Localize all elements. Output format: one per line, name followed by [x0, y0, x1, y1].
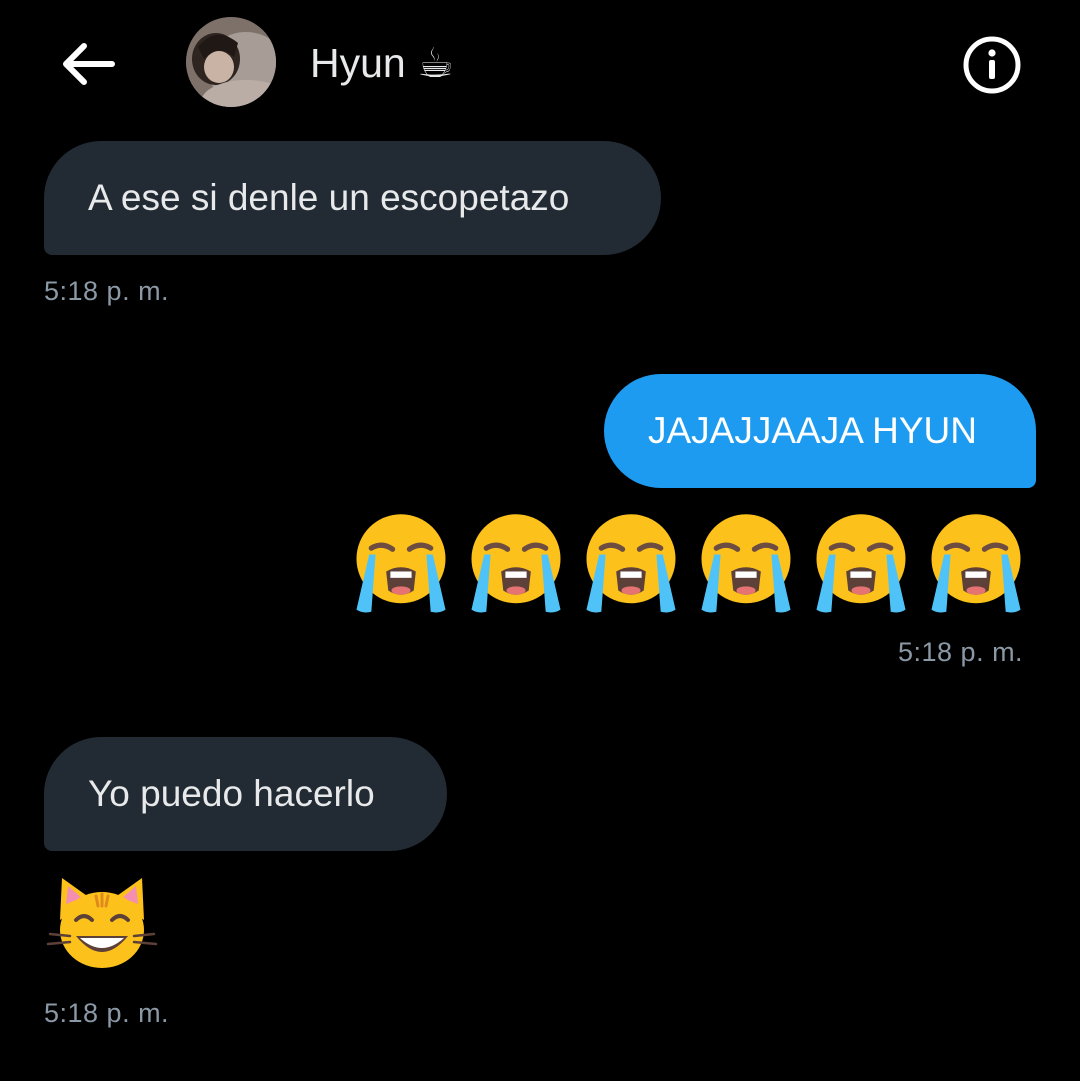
incoming-message-bubble[interactable]: A ese si denle un escopetazo — [44, 141, 661, 255]
conversation-info-button[interactable] — [962, 35, 1022, 95]
back-button[interactable] — [56, 38, 120, 90]
grinning-cat-icon[interactable] — [46, 874, 158, 972]
crying-emoji-message[interactable] — [348, 510, 1032, 616]
loudly-crying-face-icon — [701, 514, 791, 613]
message-timestamp: 5:18 p. m. — [898, 637, 1024, 667]
avatar-photo — [186, 17, 276, 107]
loudly-crying-face-icon — [356, 514, 446, 613]
arrow-left-icon — [63, 43, 115, 85]
outgoing-message-bubble[interactable]: JAJAJJAAJA HYUN — [604, 374, 1036, 488]
conversation-header: Hyun ☕ — [0, 0, 1080, 120]
loudly-crying-face-icon — [816, 514, 906, 613]
loudly-crying-face-icon — [586, 514, 676, 613]
message-timestamp: 5:18 p. m. — [44, 276, 170, 306]
contact-name[interactable]: Hyun ☕ — [310, 38, 454, 88]
dm-conversation-screen: Hyun ☕ A ese si denle un escopetazo 5:18… — [0, 0, 1080, 1081]
loudly-crying-face-icon — [471, 514, 561, 613]
message-timestamp: 5:18 p. m. — [44, 998, 170, 1028]
incoming-message-bubble[interactable]: Yo puedo hacerlo — [44, 737, 447, 851]
loudly-crying-face-icon — [931, 514, 1021, 613]
contact-avatar[interactable] — [186, 17, 276, 107]
info-icon — [963, 36, 1021, 94]
